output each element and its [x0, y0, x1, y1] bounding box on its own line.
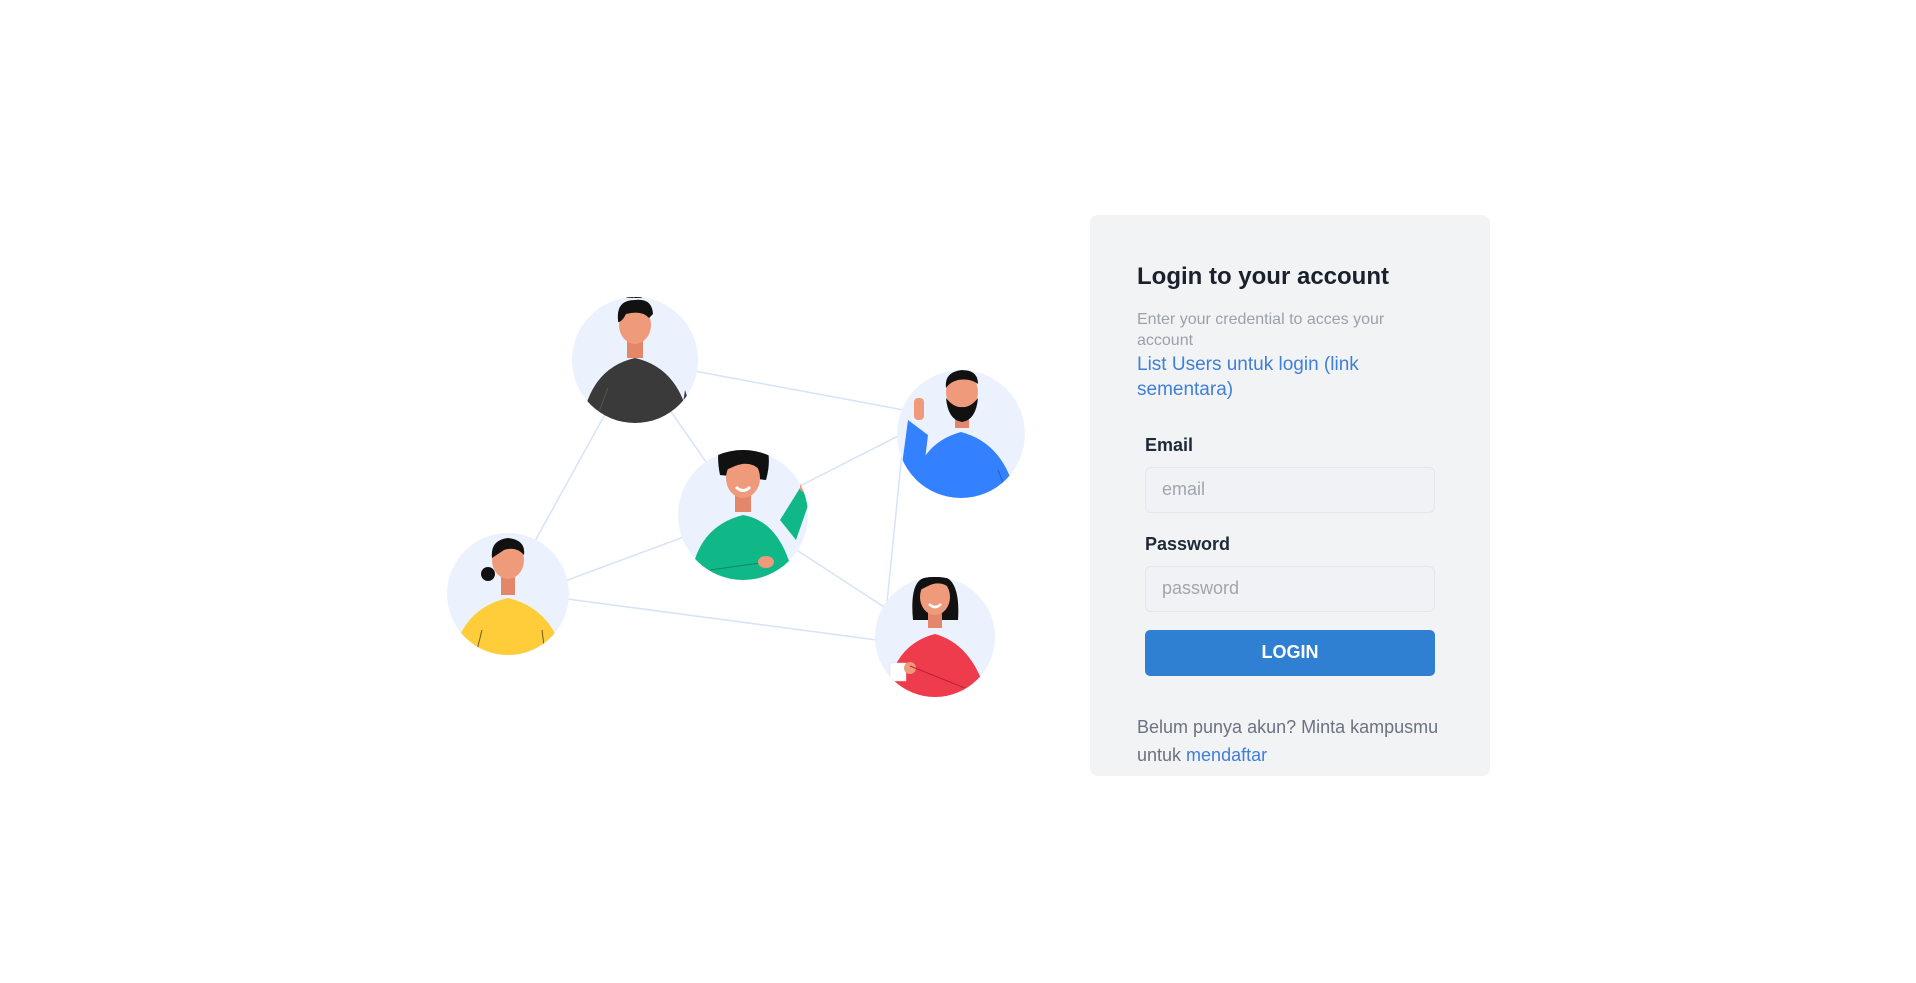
person-dark-shirt [572, 297, 698, 423]
person-red-shirt [875, 577, 995, 697]
login-title: Login to your account [1137, 263, 1389, 290]
person-blue-shirt [897, 370, 1025, 498]
network-people-illustration [430, 270, 1050, 730]
email-label: Email [1145, 434, 1194, 455]
login-form: Email Password LOGIN [1137, 435, 1435, 676]
login-subtitle: Enter your credential to acces your acco… [1137, 310, 1385, 349]
password-input[interactable] [1145, 565, 1435, 612]
email-input[interactable] [1145, 466, 1435, 513]
login-card: Login to your account Enter your credent… [1090, 215, 1490, 776]
password-label: Password [1145, 533, 1231, 554]
person-green-shirt [678, 450, 808, 580]
connection-line [529, 593, 885, 642]
list-users-link[interactable]: List Users untuk login (link sementara) [1137, 353, 1444, 402]
login-page: Login to your account Enter your credent… [0, 0, 1916, 983]
signup-prompt: Belum punya akun? Minta kampusmu untuk m… [1137, 714, 1447, 770]
signup-link[interactable]: mendaftar [1186, 745, 1267, 765]
login-button[interactable]: LOGIN [1145, 629, 1435, 676]
person-yellow-shirt [447, 533, 569, 655]
signup-prompt-text: Belum punya akun? Minta kampusmu untuk [1137, 716, 1439, 765]
network-illustration-svg [447, 297, 1025, 697]
